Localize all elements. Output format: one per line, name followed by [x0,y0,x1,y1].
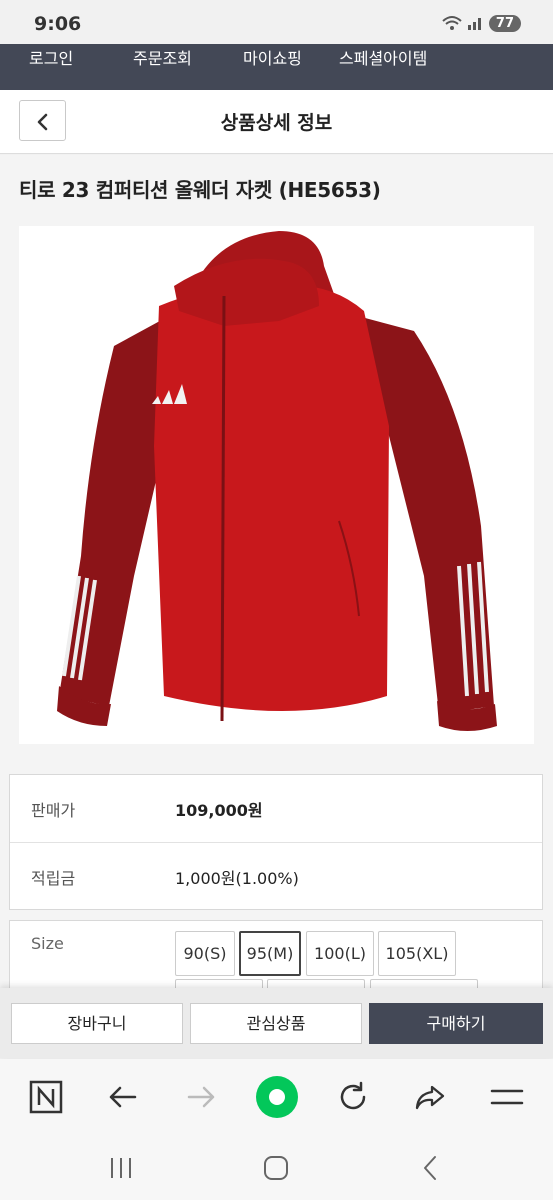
system-nav-bar [0,1135,553,1200]
buy-now-button[interactable]: 구매하기 [369,1003,543,1044]
home-green-circle-icon[interactable] [255,1075,299,1119]
points-row: 적립금 1,000원(1.00%) [10,842,542,909]
menu-icon[interactable] [489,1079,525,1115]
add-to-cart-button[interactable]: 장바구니 [11,1003,183,1044]
purchase-action-bar: 장바구니 관심상품 구매하기 [0,988,553,1058]
nav-login[interactable]: 로그인 [29,44,73,90]
size-option-105[interactable]: 105(XL) [378,931,456,976]
naver-n-icon[interactable] [28,1079,64,1115]
nav-special-items[interactable]: 스페셜아이템 [339,44,427,90]
size-label: Size [31,934,64,953]
size-option-95[interactable]: 95(M) [239,931,301,976]
recent-apps-icon[interactable] [106,1153,136,1183]
status-bar: 9:06 77 [0,0,553,44]
signal-icon [467,18,481,30]
points-value: 1,000원(1.00%) [175,869,299,888]
product-detail: 티로 23 컴퍼티션 올웨더 자켓 (HE5653) 판매가 109,000원 … [0,155,553,1010]
points-label: 적립금 [31,869,76,888]
price-value: 109,000원 [175,801,263,820]
back-arrow-icon[interactable] [105,1079,141,1115]
status-icons: 77 [441,14,521,32]
nav-order-lookup[interactable]: 주문조회 [133,44,192,90]
price-label: 판매가 [31,801,76,820]
forward-arrow-icon[interactable] [183,1079,219,1115]
page-header: 상품상세 정보 [0,90,553,154]
refresh-icon[interactable] [335,1079,371,1115]
back-icon[interactable] [416,1153,446,1183]
size-option-90[interactable]: 90(S) [175,931,235,976]
browser-toolbar [0,1059,553,1135]
product-title: 티로 23 컴퍼티션 올웨더 자켓 (HE5653) [19,178,381,202]
nav-my-shopping[interactable]: 마이쇼핑 [243,44,302,90]
battery-indicator: 77 [488,14,521,32]
jacket-illustration [57,231,497,731]
top-nav: 로그인 주문조회 마이쇼핑 스페셜아이템 [0,44,553,90]
wifi-icon [442,16,462,30]
home-icon[interactable] [261,1153,291,1183]
price-info: 판매가 109,000원 적립금 1,000원(1.00%) [9,774,543,910]
price-row: 판매가 109,000원 [10,775,542,842]
page-title: 상품상세 정보 [220,112,333,134]
share-icon[interactable] [412,1079,448,1115]
product-image[interactable] [19,226,534,744]
wishlist-button[interactable]: 관심상품 [190,1003,362,1044]
size-option-100[interactable]: 100(L) [306,931,374,976]
status-time: 9:06 [34,13,82,35]
